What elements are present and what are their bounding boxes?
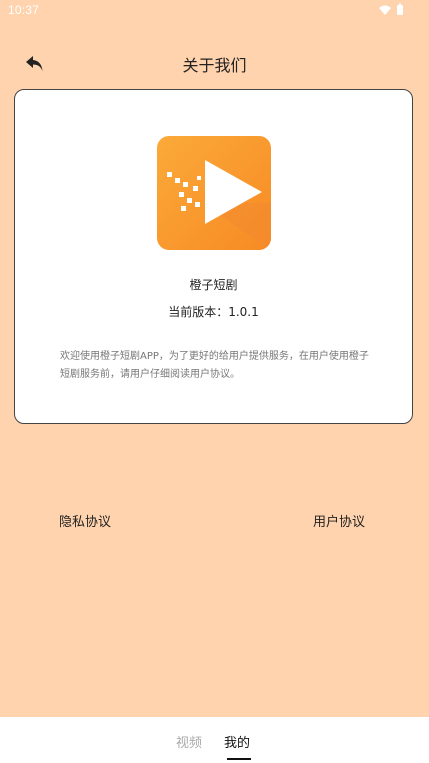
status-bar: 10:37 — [0, 0, 429, 22]
battery-icon — [397, 3, 403, 15]
status-time: 10:37 — [8, 3, 40, 17]
about-card: 橙子短剧 当前版本：1.0.1 欢迎使用橙子短剧APP，为了更好的给用户提供服务… — [14, 89, 413, 424]
app-logo-play-icon — [157, 136, 271, 250]
status-icons — [377, 3, 407, 17]
wifi-icon — [379, 5, 391, 15]
header: 关于我们 — [0, 44, 429, 84]
bottom-nav: 视频 我的 — [0, 717, 429, 763]
app-name: 橙子短剧 — [189, 278, 238, 292]
app-description: 欢迎使用橙子短剧APP，为了更好的给用户提供服务，在用户使用橙子短剧服务前，请用… — [60, 351, 369, 380]
tab-video[interactable]: 视频 — [176, 732, 202, 751]
tab-active-indicator — [227, 758, 251, 760]
tab-mine[interactable]: 我的 — [224, 732, 250, 751]
app-version: 当前版本：1.0.1 — [168, 305, 259, 319]
page-title: 关于我们 — [182, 56, 247, 75]
privacy-policy-link[interactable]: 隐私协议 — [59, 511, 111, 530]
user-agreement-link[interactable]: 用户协议 — [313, 511, 365, 530]
app-logo — [157, 136, 271, 250]
